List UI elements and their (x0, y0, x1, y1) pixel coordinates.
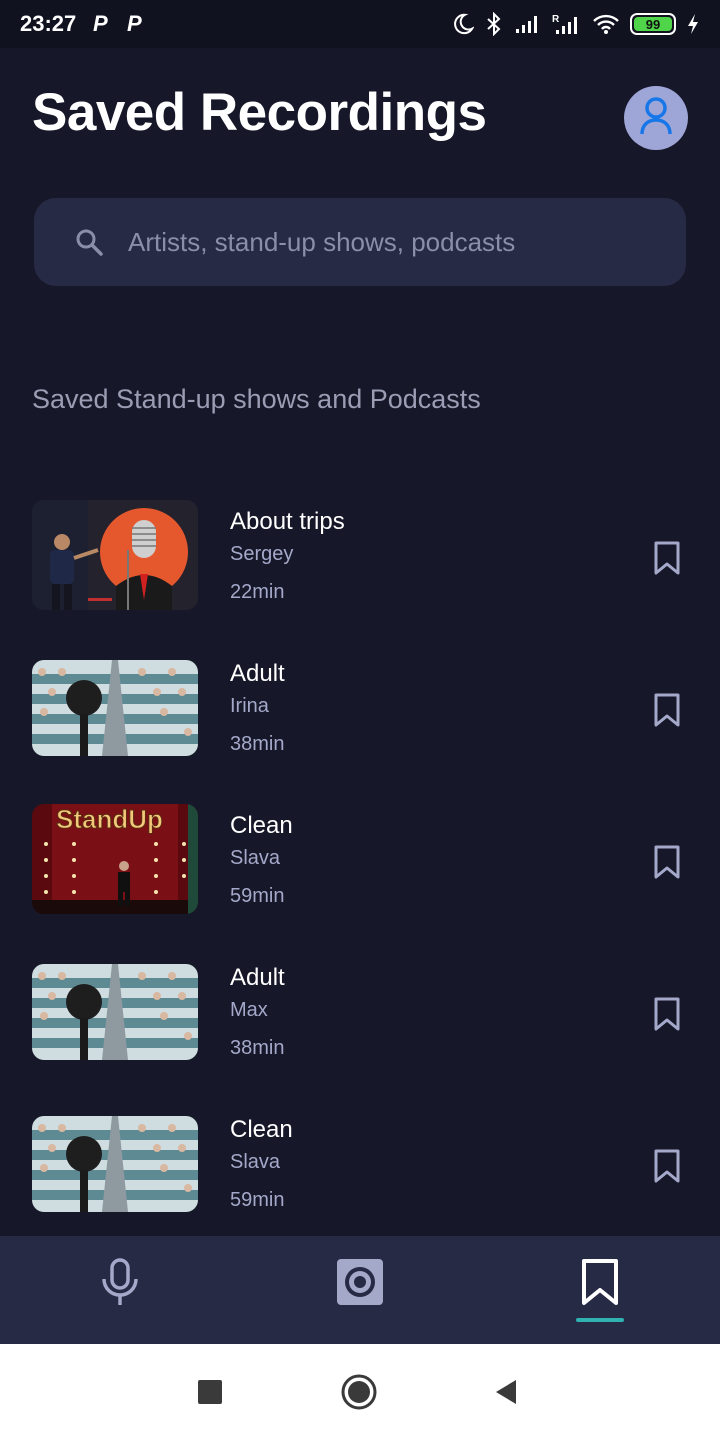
thumbnail-microphone-audience (32, 964, 198, 1060)
recording-title: Clean (230, 812, 293, 839)
search-input[interactable] (128, 226, 648, 258)
recording-title: Adult (230, 660, 285, 687)
thumbnail-microphone-audience (32, 660, 198, 756)
nav-speaker[interactable] (330, 1254, 390, 1314)
nav-microphone[interactable] (90, 1254, 150, 1314)
list-item[interactable]: Clean Slava 59min (0, 1108, 720, 1218)
status-left: 23:27 P P (20, 11, 144, 37)
svg-text:R: R (552, 14, 560, 25)
recording-author: Irina (230, 695, 269, 717)
recording-title: About trips (230, 508, 345, 535)
thumbnail-standup-stage: StandUp (32, 804, 198, 914)
search-icon (74, 227, 104, 257)
list-item[interactable]: Adult Max 38min (0, 956, 720, 1066)
recording-author: Slava (230, 847, 281, 869)
active-tab-indicator (576, 1318, 624, 1322)
status-time: 23:27 (20, 11, 77, 36)
avatar[interactable] (624, 86, 688, 150)
circle-icon (341, 1374, 377, 1415)
recording-author: Sergey (230, 543, 294, 565)
recording-author: Slava (230, 1151, 281, 1173)
thumbnail-microphone-audience (32, 1116, 198, 1212)
microphone-icon (98, 1257, 142, 1312)
bookmark-icon[interactable] (650, 690, 684, 730)
thumbnail-retro-microphone (32, 500, 198, 610)
recording-duration: 38min (230, 733, 285, 755)
speaker-icon (335, 1257, 385, 1312)
back-button[interactable] (494, 1378, 518, 1411)
signal-icon (514, 13, 542, 35)
triangle-back-icon (494, 1378, 518, 1411)
home-button[interactable] (341, 1374, 377, 1415)
bluetooth-icon (484, 12, 504, 36)
recording-duration: 59min (230, 885, 285, 907)
parking-notification-icon: P (92, 11, 108, 36)
recording-title: Clean (230, 1116, 293, 1143)
nav-bookmarks[interactable] (570, 1254, 630, 1314)
list-item[interactable]: StandUp Clean Slava 59min (0, 804, 720, 914)
roaming-signal-icon: R (552, 12, 582, 36)
square-icon (198, 1380, 222, 1409)
section-heading: Saved Stand-up shows and Podcasts (32, 384, 481, 414)
status-bar: 23:27 P P R 99 (0, 0, 720, 48)
moon-icon (452, 13, 474, 35)
charging-icon (686, 13, 700, 35)
bookmark-icon (580, 1258, 620, 1311)
bottom-nav (0, 1236, 720, 1344)
wifi-icon (592, 13, 620, 35)
bookmark-icon[interactable] (650, 842, 684, 882)
battery-icon: 99 (630, 13, 676, 35)
page-title: Saved Recordings (32, 83, 487, 142)
system-nav (0, 1344, 720, 1440)
recent-apps-button[interactable] (198, 1380, 222, 1409)
standup-sign-text: StandUp (56, 804, 163, 834)
search-box[interactable] (34, 198, 686, 286)
bookmark-icon[interactable] (650, 994, 684, 1034)
recording-duration: 22min (230, 581, 285, 603)
list-item[interactable]: Adult Irina 38min (0, 652, 720, 762)
user-icon (639, 96, 673, 141)
parking-notification-icon: P (126, 11, 142, 36)
recording-duration: 59min (230, 1189, 285, 1211)
bookmark-icon[interactable] (650, 538, 684, 578)
recording-duration: 38min (230, 1037, 285, 1059)
bookmark-icon[interactable] (650, 1146, 684, 1186)
recording-author: Max (230, 999, 268, 1021)
recording-title: Adult (230, 964, 285, 991)
list-item[interactable]: About trips Sergey 22min (0, 500, 720, 610)
status-right: R 99 (452, 12, 700, 36)
battery-level: 99 (634, 17, 672, 32)
